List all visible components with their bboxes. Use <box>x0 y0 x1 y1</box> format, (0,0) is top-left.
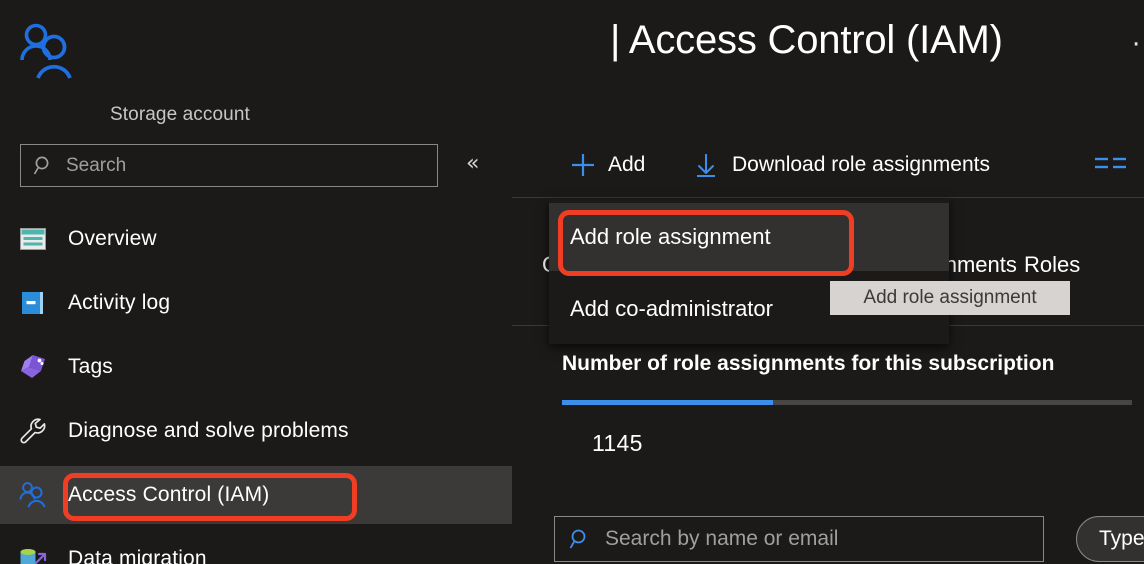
tag-icon <box>18 352 48 382</box>
download-role-assignments-button[interactable]: Download role assignments <box>694 150 990 180</box>
sidebar-search-input[interactable]: Search <box>20 144 438 187</box>
data-migration-icon <box>18 544 48 564</box>
tooltip-label: Add role assignment <box>863 287 1036 309</box>
sidebar-item-data-migration[interactable]: Data migration <box>0 530 512 564</box>
metric-progress-fill <box>562 400 773 405</box>
member-search-input[interactable]: Search by name or email <box>554 516 1044 562</box>
edit-columns-icon <box>1094 154 1128 176</box>
search-icon <box>33 155 55 177</box>
download-icon <box>694 152 718 178</box>
type-filter-label: Type <box>1099 527 1144 551</box>
edit-columns-button[interactable] <box>1094 150 1128 180</box>
add-dropdown-menu: Add role assignment Add co-administrator <box>549 199 949 344</box>
overview-icon <box>18 224 48 254</box>
menu-item-label: Add co-administrator <box>570 296 773 322</box>
search-icon <box>569 528 592 551</box>
access-control-icon <box>18 480 48 510</box>
resource-sidebar: Storage account Search « Overview <box>0 0 512 564</box>
plus-icon <box>570 152 596 178</box>
resource-header: Storage account <box>18 22 488 108</box>
command-bar: Add Download role assignments <box>512 138 1144 192</box>
add-button-label: Add <box>608 153 645 177</box>
azure-portal-window: Storage account Search « Overview <box>0 0 1144 564</box>
tab-roles[interactable]: Roles <box>1024 252 1080 278</box>
sidebar-item-label: Access Control (IAM) <box>68 483 269 507</box>
sidebar-item-label: Data migration <box>68 547 207 564</box>
sidebar-item-tags[interactable]: Tags <box>0 338 512 396</box>
activity-log-icon <box>18 288 48 318</box>
toolbar-divider <box>512 197 1144 198</box>
resource-type-label: Storage account <box>110 104 250 126</box>
sidebar-item-label: Activity log <box>68 291 170 315</box>
more-menu-icon[interactable]: ··· <box>1132 32 1144 58</box>
sidebar-search-placeholder: Search <box>66 155 126 177</box>
add-button[interactable]: Add <box>570 150 645 180</box>
sidebar-item-label: Tags <box>68 355 113 379</box>
download-role-assignments-label: Download role assignments <box>732 153 990 177</box>
metric-title: Number of role assignments for this subs… <box>562 352 1054 376</box>
sidebar-item-diagnose[interactable]: Diagnose and solve problems <box>0 402 512 460</box>
menu-item-add-role-assignment[interactable]: Add role assignment <box>549 203 949 271</box>
metric-value: 1145 <box>592 430 643 457</box>
metric-progress-track <box>562 400 1132 405</box>
wrench-icon <box>18 416 48 446</box>
sidebar-item-access-control[interactable]: Access Control (IAM) <box>0 466 512 524</box>
type-filter-button[interactable]: Type <box>1076 516 1144 562</box>
sidebar-item-label: Diagnose and solve problems <box>68 419 349 443</box>
tooltip: Add role assignment <box>830 281 1070 315</box>
member-search-placeholder: Search by name or email <box>605 527 838 551</box>
sidebar-item-overview[interactable]: Overview <box>0 210 512 268</box>
menu-item-label: Add role assignment <box>570 224 771 250</box>
sidebar-item-activity-log[interactable]: Activity log <box>0 274 512 332</box>
sidebar-item-label: Overview <box>68 227 157 251</box>
users-group-icon <box>18 22 80 84</box>
collapse-sidebar-icon[interactable]: « <box>466 153 479 175</box>
page-title: | Access Control (IAM) <box>610 18 1003 63</box>
